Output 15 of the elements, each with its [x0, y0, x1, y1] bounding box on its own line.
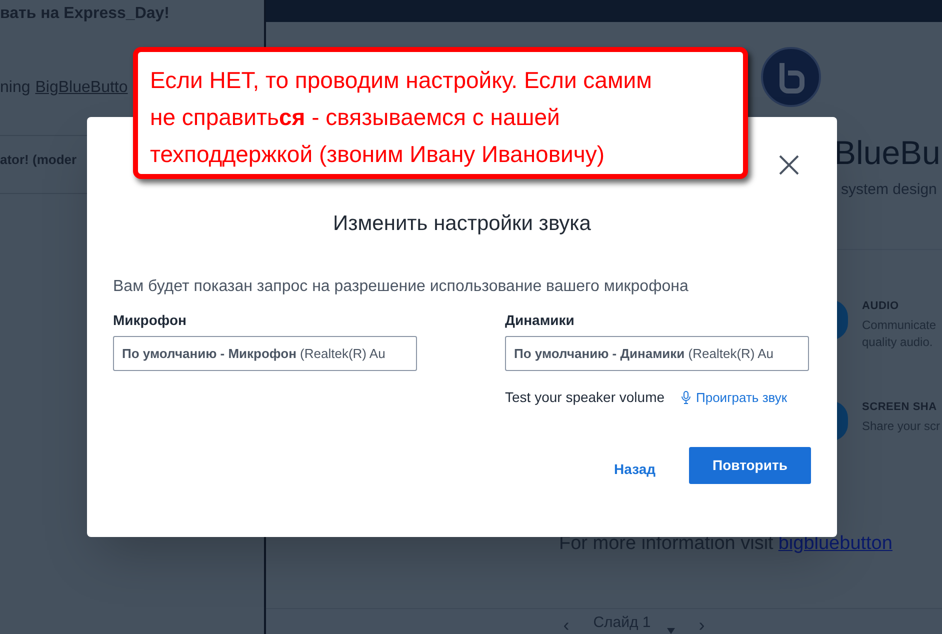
device-select[interactable]: По умолчанию - Микрофон (Realtek(R) Au [113, 336, 417, 371]
welcome-title: BlueBu [834, 133, 940, 173]
field-label: Микрофон [113, 311, 186, 330]
speaker-test-label: Test your speaker volume [505, 388, 665, 407]
microphone-icon [681, 391, 691, 404]
caret-icon [666, 628, 675, 634]
play-sound-link[interactable]: Проиграть звук [681, 388, 788, 408]
field-label: Динамики [505, 311, 574, 330]
annotation-callout: Если НЕТ, то проводим настройку. Если самим не справиться - связываемся с нашей техподдержкой (звоним Ивану Ивановичу) [133, 47, 748, 179]
dialog-description: Вам будет показан запрос на разрешение использование вашего микрофона [113, 277, 688, 297]
retry-button[interactable]: Повторить [689, 447, 811, 484]
dialog-title: Изменить настройки звука [332, 211, 592, 237]
close-icon[interactable] [778, 154, 800, 176]
device-select[interactable]: По умолчанию - Динамики (Realtek(R) Au [505, 336, 809, 371]
back-button[interactable]: Назад [607, 456, 663, 482]
